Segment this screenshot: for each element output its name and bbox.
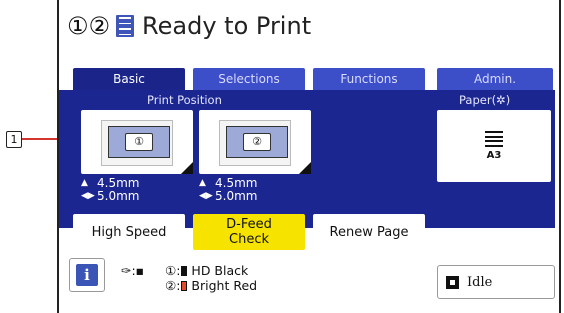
corner-mark-icon bbox=[299, 162, 311, 174]
idle-label: Idle bbox=[467, 274, 493, 290]
tab-selections[interactable]: Selections bbox=[193, 68, 305, 90]
idle-icon bbox=[446, 275, 459, 289]
paper-label: Paper(✲) bbox=[459, 93, 511, 107]
horizontal-arrows-icon: ◀▶ bbox=[81, 191, 95, 201]
info-icon: i bbox=[76, 264, 98, 286]
corner-mark-icon bbox=[181, 162, 193, 174]
drum1-horizontal-offset: 5.0mm bbox=[97, 189, 140, 203]
d-feed-line1: D-Feed bbox=[226, 217, 272, 232]
renew-page-button[interactable]: Renew Page bbox=[313, 214, 425, 250]
print-position-drum2-button[interactable]: ② bbox=[199, 110, 311, 174]
info-button[interactable]: i bbox=[69, 258, 105, 292]
ink-drum2-label: ②: bbox=[165, 278, 181, 293]
high-speed-button[interactable]: High Speed bbox=[73, 214, 185, 250]
basic-panel: Print Position Paper(✲) ① ② ▲ 4.5mm ◀▶ 5.0… bbox=[59, 90, 555, 250]
drum2-offsets: ▲ 4.5mm ◀▶ 5.0mm bbox=[199, 177, 257, 203]
paper-button[interactable]: A3 bbox=[437, 110, 551, 182]
tab-functions[interactable]: Functions bbox=[313, 68, 425, 90]
callout-number: 1 bbox=[6, 131, 22, 148]
print-position-drum1-button[interactable]: ① bbox=[81, 110, 193, 174]
image-area: ② bbox=[226, 126, 288, 158]
function-buttons: High Speed D-Feed Check Renew Page bbox=[73, 214, 433, 250]
drum2-horizontal-offset: 5.0mm bbox=[215, 189, 258, 203]
image-area: ① bbox=[108, 126, 170, 158]
document-icon bbox=[116, 15, 135, 37]
black-ink-icon bbox=[181, 265, 188, 276]
tab-basic[interactable]: Basic bbox=[73, 68, 185, 90]
printer-screen: ①② Ready to Print Basic Selections Funct… bbox=[57, 0, 561, 313]
idle-status-button[interactable]: Idle bbox=[437, 265, 555, 299]
ink-drum1-label: ①: bbox=[165, 263, 181, 278]
header: ①② Ready to Print bbox=[67, 8, 311, 44]
d-feed-line2: Check bbox=[229, 232, 269, 247]
vertical-arrows-icon: ▲ bbox=[199, 178, 206, 188]
red-ink-icon bbox=[181, 280, 188, 291]
paper-tray-icon bbox=[485, 131, 503, 147]
drum-number: ② bbox=[243, 133, 271, 151]
d-feed-check-button[interactable]: D-Feed Check bbox=[193, 214, 305, 250]
page-title: Ready to Print bbox=[142, 12, 312, 40]
print-position-label: Print Position bbox=[147, 93, 222, 107]
ink-status: ✑:▪ ①: HD Black ②: Bright Red bbox=[121, 263, 257, 293]
drum-status-icon: ✑:▪ bbox=[121, 263, 145, 278]
drum1-offsets: ▲ 4.5mm ◀▶ 5.0mm bbox=[81, 177, 139, 203]
ink-drum1-name: HD Black bbox=[191, 263, 249, 278]
ink-drum2-name: Bright Red bbox=[191, 278, 258, 293]
vertical-arrows-icon: ▲ bbox=[81, 178, 88, 188]
horizontal-arrows-icon: ◀▶ bbox=[199, 191, 213, 201]
tab-bar: Basic Selections Functions Admin. bbox=[73, 68, 561, 90]
tab-admin[interactable]: Admin. bbox=[437, 68, 553, 90]
drum-number: ① bbox=[125, 133, 153, 151]
paper-size: A3 bbox=[486, 150, 502, 161]
drum-indicator: ①② bbox=[67, 12, 111, 40]
